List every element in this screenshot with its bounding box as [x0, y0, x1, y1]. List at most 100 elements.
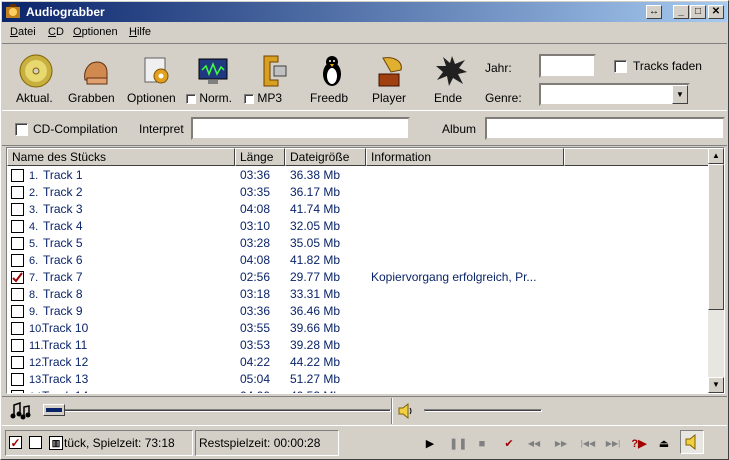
check-all-icon[interactable]: ✓ — [9, 436, 22, 449]
norm-toggle[interactable]: Norm. — [186, 52, 238, 105]
track-name[interactable]: Track 3 — [43, 202, 83, 216]
previous-button[interactable]: ◀◀ — [527, 437, 541, 451]
track-name[interactable]: Track 2 — [43, 185, 83, 199]
table-row[interactable]: 1. Track 1 03:36 36.38 Mb — [7, 167, 707, 184]
volume-track[interactable] — [424, 409, 542, 412]
album-input[interactable] — [485, 117, 725, 140]
title-bar: Audiograbber ↔ _ □ ✕ — [2, 2, 727, 22]
last-track-button[interactable]: ▶▶| — [604, 437, 622, 451]
track-name[interactable]: Track 13 — [42, 372, 88, 386]
menu-cd[interactable]: CD — [48, 26, 64, 38]
track-size: 36.46 Mb — [290, 304, 341, 318]
chevron-down-icon[interactable]: ▼ — [672, 85, 688, 104]
track-checkbox[interactable] — [11, 237, 24, 250]
minimize-button[interactable]: _ — [673, 5, 689, 19]
invert-selection-icon[interactable]: ▥ — [49, 436, 63, 450]
maximize-button[interactable]: □ — [690, 5, 706, 19]
restore-size-button[interactable]: ↔ — [646, 5, 662, 19]
grabben-button[interactable]: Grabben — [68, 52, 124, 105]
speaker-icon — [398, 402, 412, 420]
close-button[interactable]: ✕ — [708, 5, 724, 19]
next-button[interactable]: ▶▶ — [554, 437, 568, 451]
eject-button[interactable]: ⏏ — [657, 437, 671, 451]
track-checkbox[interactable] — [11, 203, 24, 216]
column-header-length[interactable]: Länge — [235, 148, 285, 166]
menu-optionen[interactable]: Optionen — [73, 26, 118, 38]
table-row[interactable]: 11. Track 11 03:53 39.28 Mb — [7, 337, 707, 354]
genre-select[interactable]: ▼ — [539, 83, 690, 106]
ende-button[interactable]: Ende — [430, 52, 474, 105]
mp3-checkbox[interactable] — [244, 93, 254, 104]
check-track-button[interactable]: ✔ — [502, 437, 516, 451]
menu-hilfe[interactable]: Hilfe — [129, 26, 151, 38]
aktual-button[interactable]: Aktual. — [14, 52, 58, 105]
column-header-info[interactable]: Information — [366, 148, 564, 166]
track-name[interactable]: Track 8 — [43, 287, 83, 301]
table-row[interactable]: 2. Track 2 03:35 36.17 Mb — [7, 184, 707, 201]
track-name[interactable]: Track 10 — [42, 321, 88, 335]
table-row[interactable]: 6. Track 6 04:08 41.82 Mb — [7, 252, 707, 269]
track-checkbox[interactable] — [11, 220, 24, 233]
table-row[interactable]: 12. Track 12 04:22 44.22 Mb — [7, 354, 707, 371]
scroll-thumb[interactable] — [708, 164, 724, 310]
column-header-size[interactable]: Dateigröße — [285, 148, 366, 166]
track-size: 35.05 Mb — [290, 236, 341, 250]
ende-label: Ende — [434, 91, 463, 105]
freedb-button[interactable]: Freedb — [308, 52, 356, 105]
track-name[interactable]: Track 5 — [43, 236, 83, 250]
menu-datei[interactable]: Datei — [10, 26, 36, 38]
stop-button[interactable]: ■ — [475, 437, 489, 451]
track-name[interactable]: Track 1 — [43, 168, 83, 182]
track-checkbox[interactable] — [11, 254, 24, 267]
table-row[interactable]: 9. Track 9 03:36 36.46 Mb — [7, 303, 707, 320]
table-row[interactable]: 10. Track 10 03:55 39.66 Mb — [7, 320, 707, 337]
track-name[interactable]: Track 4 — [43, 219, 83, 233]
table-row[interactable]: 3. Track 3 04:08 41.74 Mb — [7, 201, 707, 218]
table-row[interactable]: 14.Track 1404:0040.52 Mb — [7, 388, 707, 393]
pause-button[interactable]: ❚❚ — [449, 437, 467, 451]
track-checkbox[interactable] — [11, 305, 24, 318]
mp3-toggle[interactable]: MP3 — [244, 52, 296, 105]
mute-toggle[interactable] — [680, 430, 704, 454]
norm-checkbox[interactable] — [186, 93, 196, 104]
player-button[interactable]: Player — [368, 52, 412, 105]
jahr-input[interactable] — [539, 54, 596, 78]
track-checkbox[interactable] — [11, 271, 24, 284]
uncheck-all-icon[interactable] — [29, 436, 42, 449]
album-label: Album — [442, 122, 477, 136]
optionen-button[interactable]: Optionen — [127, 52, 182, 105]
track-checkbox[interactable] — [11, 288, 24, 301]
position-track[interactable] — [43, 409, 391, 412]
table-row[interactable]: 7. Track 7 02:56 29.77 Mb Kopiervorgang erfo… — [7, 269, 707, 286]
menu-cd-rest: D — [55, 26, 64, 38]
track-name[interactable]: Track 14 — [42, 389, 88, 393]
scroll-up-icon[interactable]: ▲ — [708, 148, 724, 164]
track-name[interactable]: Track 12 — [42, 355, 88, 369]
track-name[interactable]: Track 9 — [43, 304, 83, 318]
track-checkbox[interactable] — [11, 186, 24, 199]
play-button[interactable]: ▶ — [423, 437, 437, 451]
table-row[interactable]: 5. Track 5 03:28 35.05 Mb — [7, 235, 707, 252]
track-checkbox[interactable] — [11, 356, 24, 369]
track-checkbox[interactable] — [11, 339, 24, 352]
table-row[interactable]: 4. Track 4 03:10 32.05 Mb — [7, 218, 707, 235]
track-name[interactable]: Track 6 — [43, 253, 83, 267]
random-play-button[interactable]: ?▶ — [629, 437, 649, 451]
exit-splat-icon — [436, 56, 467, 86]
interpret-input[interactable] — [191, 117, 410, 140]
column-header-name[interactable]: Name des Stücks — [7, 148, 235, 166]
track-checkbox[interactable] — [11, 322, 24, 335]
position-slider-thumb[interactable] — [43, 404, 65, 416]
scroll-down-icon[interactable]: ▼ — [708, 377, 724, 393]
track-name[interactable]: Track 11 — [42, 338, 87, 352]
tracks-faden-checkbox[interactable] — [614, 60, 627, 73]
vertical-scrollbar[interactable]: ▲ ▼ — [708, 148, 724, 393]
track-checkbox[interactable] — [11, 373, 24, 386]
first-track-button[interactable]: |◀◀ — [579, 437, 597, 451]
track-checkbox[interactable] — [11, 169, 24, 182]
cd-compilation-checkbox[interactable] — [15, 123, 28, 136]
track-name[interactable]: Track 7 — [43, 270, 83, 284]
track-checkbox[interactable] — [11, 390, 24, 393]
table-row[interactable]: 13. Track 13 05:04 51.27 Mb — [7, 371, 707, 388]
table-row[interactable]: 8. Track 8 03:18 33.31 Mb — [7, 286, 707, 303]
